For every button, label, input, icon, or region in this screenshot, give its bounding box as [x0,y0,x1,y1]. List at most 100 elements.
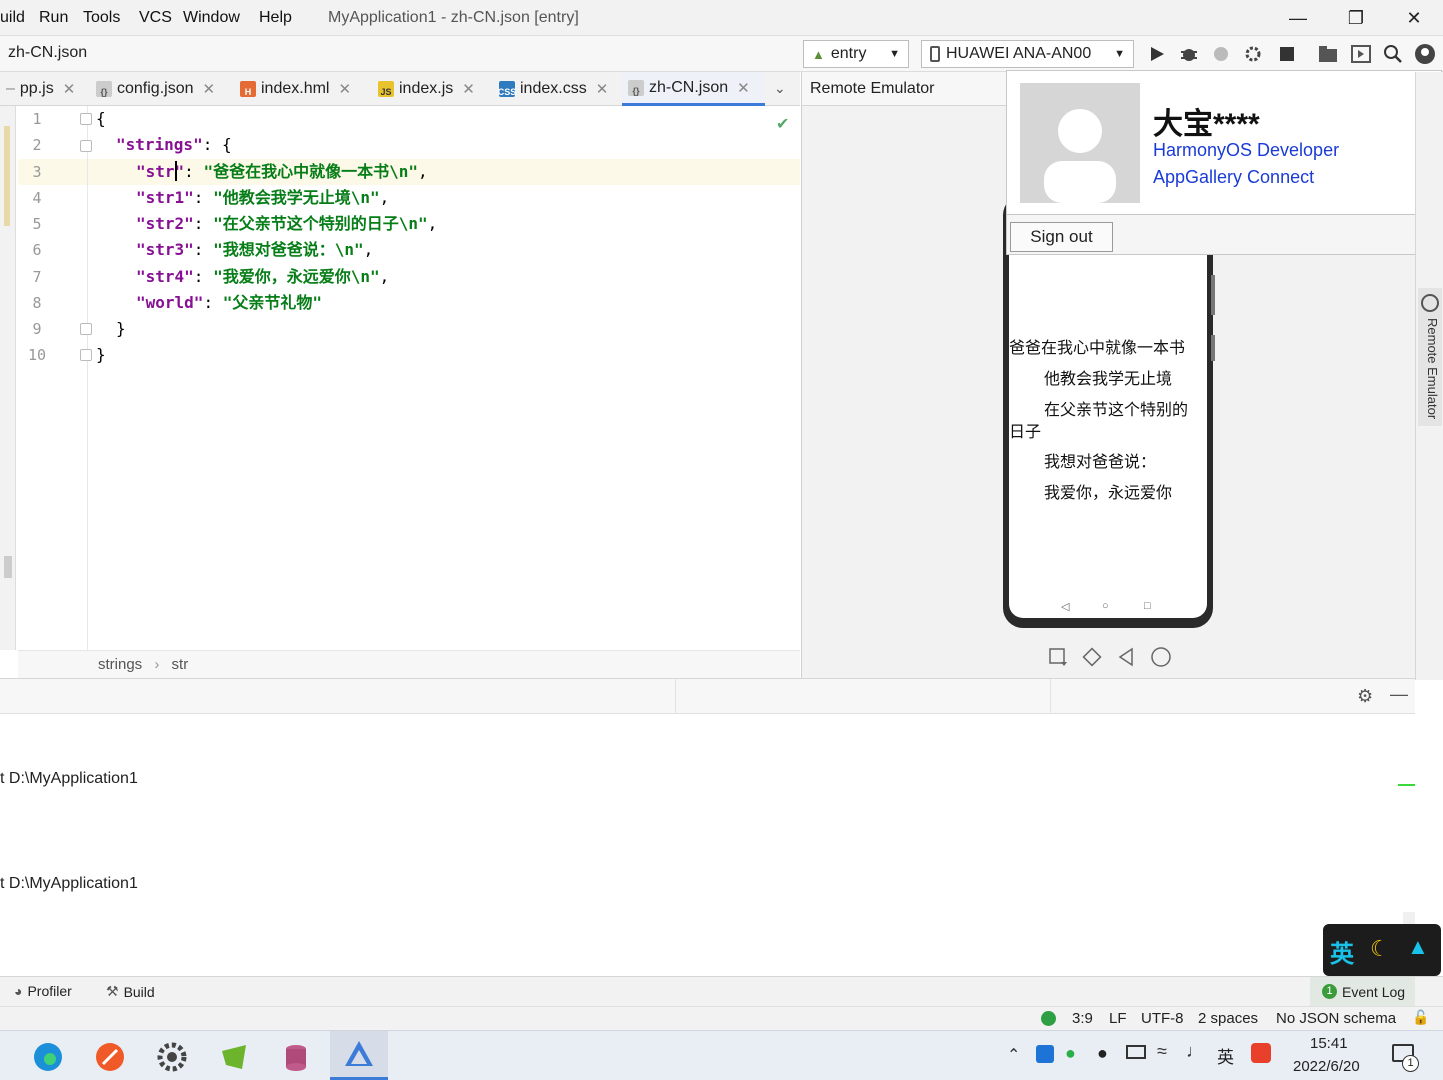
rotate-icon[interactable] [1082,647,1102,667]
json-schema[interactable]: No JSON schema [1276,1010,1396,1027]
appgallery-connect-link[interactable]: AppGallery Connect [1153,167,1314,188]
chevron-right-icon: › [154,656,160,673]
qq-icon[interactable]: ● [1097,1043,1108,1064]
event-count-badge: 1 [1322,984,1337,999]
line-number: 6 [32,241,42,259]
event-log-tool-button[interactable]: 1 Event Log [1310,977,1415,1006]
screenshot-icon[interactable] [1048,647,1068,667]
tab-app-js[interactable]: – pp.js ✕ [0,72,81,106]
skin-icon[interactable]: ▲ [1407,934,1429,960]
edge-browser-icon[interactable] [28,1037,68,1077]
close-icon[interactable]: ✕ [596,80,609,98]
ime-language-toggle[interactable]: 英 [1330,934,1354,969]
app-green-icon[interactable] [214,1037,254,1077]
build-tool-button[interactable]: ⚒ Build [106,983,155,1000]
tab-zh-cn-json[interactable]: {} zh-CN.json ✕ [622,72,765,106]
chevron-down-icon[interactable]: ⌄ [774,80,786,97]
nav-breadcrumb[interactable]: zh-CN.json [8,44,87,62]
tab-label: pp.js [19,80,54,97]
hml-file-icon: H [240,81,256,97]
code-line-2: "strings": { [116,135,232,154]
run-icon[interactable] [1145,42,1169,66]
screen-line: 日子 [1009,422,1042,441]
home-icon[interactable] [1150,646,1172,668]
settings-app-icon[interactable] [152,1037,192,1077]
file-encoding[interactable]: UTF-8 [1141,1010,1184,1027]
tab-index-hml[interactable]: H index.hml ✕ [234,72,357,106]
wechat-icon[interactable]: ● [1065,1043,1076,1064]
clock-time[interactable]: 15:41 [1310,1035,1348,1052]
sign-out-button[interactable]: Sign out [1010,222,1113,252]
menu-window[interactable]: Window [183,9,240,27]
menu-help[interactable]: Help [259,9,292,27]
chevron-down-icon: ▼ [1114,48,1125,60]
back-icon[interactable]: ◁ [1061,600,1069,613]
close-icon[interactable]: ✕ [203,80,216,98]
wifi-icon[interactable]: ≈ [1157,1041,1167,1062]
line-separator[interactable]: LF [1109,1010,1127,1027]
menu-run[interactable]: Run [39,9,68,27]
code-line-10: } [96,345,106,364]
tab-index-css[interactable]: CSS index.css ✕ [493,72,614,106]
module-select[interactable]: ▲ entry ▼ [803,40,909,68]
chevron-up-icon[interactable]: ⌃ [1007,1045,1020,1065]
close-icon[interactable]: ✕ [338,80,351,98]
close-icon[interactable]: ✕ [63,80,76,98]
gear-icon[interactable]: ⚙ [1357,686,1373,707]
breadcrumb-item-str[interactable]: str [172,656,189,673]
account-icon[interactable] [1413,42,1437,66]
menu-build[interactable]: uild [0,9,25,27]
device-select[interactable]: HUAWEI ANA-AN00 ▼ [921,40,1134,68]
restore-button[interactable]: ❐ [1341,6,1371,30]
stop-icon[interactable] [1275,42,1299,66]
database-app-icon[interactable] [276,1037,316,1077]
deveco-studio-icon[interactable] [330,1031,388,1080]
debug-icon[interactable] [1177,42,1201,66]
close-window-button[interactable]: ✕ [1399,6,1429,30]
build-label: Build [123,983,155,1000]
harmonyos-developer-link[interactable]: HarmonyOS Developer [1153,140,1339,161]
profile-icon[interactable] [1241,42,1265,66]
home-icon[interactable]: ○ [1102,600,1109,612]
console-output[interactable]: t D:\MyApplication1 t D:\MyApplication1 [0,714,1415,976]
close-icon[interactable]: ✕ [737,79,750,97]
line-number: 2 [32,136,42,154]
lock-icon[interactable]: 🔓 [1412,1009,1429,1026]
breadcrumb-item-strings[interactable]: strings [98,656,142,673]
code-line-1: { [96,109,106,128]
caret-position[interactable]: 3:9 [1072,1010,1093,1027]
clock-date[interactable]: 2022/6/20 [1293,1058,1360,1075]
search-icon[interactable] [1381,42,1405,66]
minimize-button[interactable]: — [1283,6,1313,30]
battery-icon[interactable] [1126,1045,1146,1059]
project-structure-icon[interactable] [1316,42,1340,66]
phone-screen[interactable]: 爸爸在我心中就像一本书 他教会我学无止境 在父亲节这个特别的 日子 我想对爸爸说… [1009,254,1207,618]
line-number: 4 [32,189,42,207]
left-tool-strip [0,106,16,650]
screen-line: 我爱你，永远爱你 [1044,483,1173,502]
menu-tools[interactable]: Tools [83,9,120,27]
back-icon[interactable] [1116,647,1136,667]
tray-language[interactable]: 英 [1217,1043,1234,1068]
text-cursor [175,161,177,181]
menu-vcs[interactable]: VCS [139,9,172,27]
speaker-icon[interactable]: ♩ [1186,1041,1204,1062]
profiler-tool-button[interactable]: ◕ Profiler [14,983,72,999]
app-orange-icon[interactable] [90,1037,130,1077]
code-editor[interactable]: { "strings": { "str": "爸爸在我心中就像一本书\n", "… [88,106,800,650]
attach-debugger-icon[interactable] [1209,42,1233,66]
indent-setting[interactable]: 2 spaces [1198,1010,1258,1027]
hide-panel-icon[interactable]: — [1390,684,1408,705]
tab-index-js[interactable]: JS index.js ✕ [372,72,481,106]
profiler-icon: ◕ [14,983,23,999]
bluetooth-app-icon[interactable] [1036,1045,1054,1063]
moon-icon[interactable]: ☾ [1370,936,1390,962]
remote-emulator-tool-tab[interactable]: Remote Emulator [1418,288,1442,426]
status-indicator-icon[interactable] [1041,1011,1056,1026]
tab-config-json[interactable]: {} config.json ✕ [90,72,221,106]
recents-icon[interactable]: □ [1144,600,1151,612]
close-icon[interactable]: ✕ [462,80,475,98]
sogou-ime-icon[interactable] [1251,1043,1271,1063]
device-manager-icon[interactable] [1349,42,1373,66]
notification-count: 1 [1402,1055,1419,1072]
